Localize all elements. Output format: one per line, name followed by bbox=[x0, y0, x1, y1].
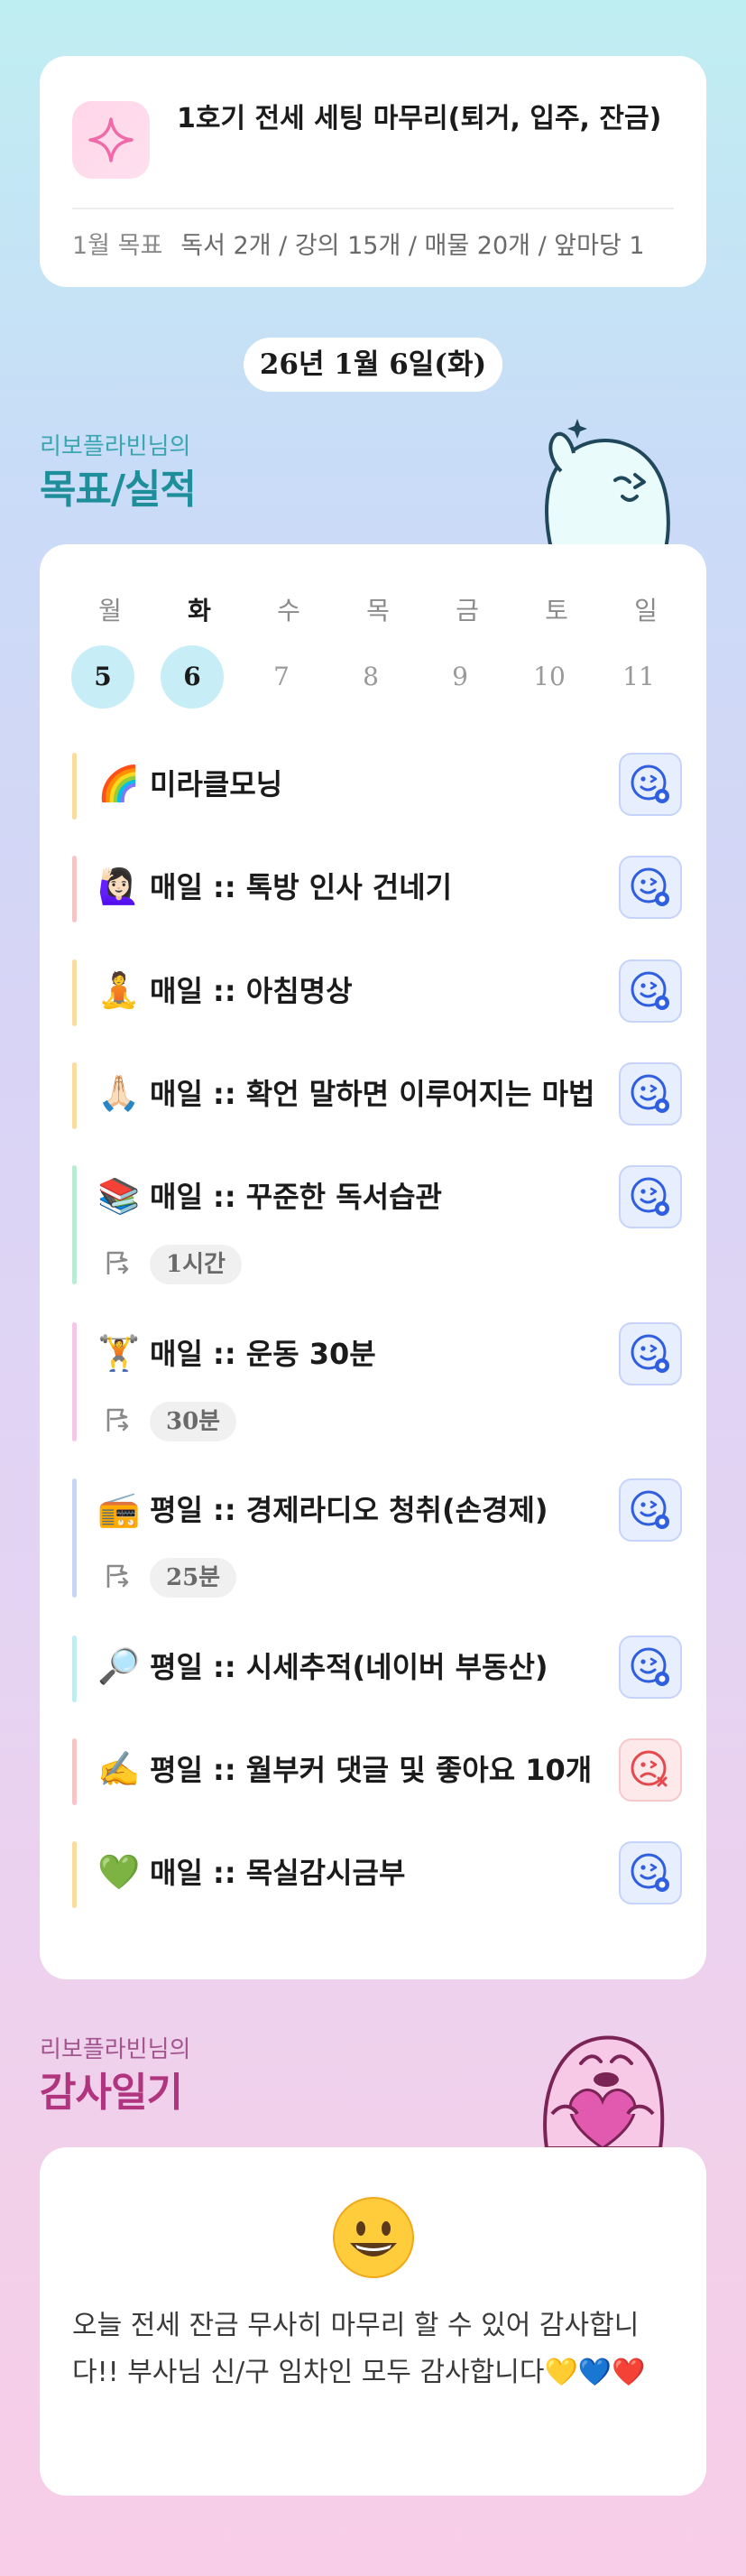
status-done-icon[interactable] bbox=[619, 1322, 682, 1385]
weekday-label: 토 bbox=[545, 596, 568, 625]
status-done-icon[interactable] bbox=[619, 1478, 682, 1542]
goal-item[interactable]: 🏋️ 매일 :: 운동 30분30분 bbox=[72, 1322, 682, 1441]
grinning-face-icon bbox=[333, 2197, 414, 2278]
weekday-row: 월 화 수 목 금 토 일 bbox=[40, 591, 706, 627]
goal-color-bar bbox=[72, 1478, 77, 1598]
goal-emoji-icon: ✍️ bbox=[97, 1749, 141, 1789]
divider bbox=[72, 208, 674, 209]
status-done-icon[interactable] bbox=[619, 1165, 682, 1228]
goal-color-bar bbox=[72, 1322, 77, 1441]
goal-label: 매일 :: 톡방 인사 건네기 bbox=[150, 870, 453, 904]
goal-time-chip: 1시간 bbox=[150, 1245, 242, 1284]
gratitude-card: 오늘 전세 잔금 무사히 마무리 할 수 있어 감사합니다!! 부사님 신/구 … bbox=[40, 2147, 706, 2496]
goal-emoji-icon: 🏋️ bbox=[97, 1333, 141, 1373]
goal-emoji-icon: 🙏🏻 bbox=[97, 1073, 141, 1113]
goal-color-bar bbox=[72, 1062, 77, 1129]
status-done-icon[interactable] bbox=[619, 959, 682, 1023]
goal-label: 평일 :: 시세추적(네이버 부동산) bbox=[150, 1650, 548, 1684]
goal-color-bar bbox=[72, 1635, 77, 1702]
goal-time-row: 30분 bbox=[103, 1402, 237, 1441]
goal-emoji-icon: 🧘 bbox=[97, 970, 141, 1010]
goal-color-bar bbox=[72, 856, 77, 922]
status-done-icon[interactable] bbox=[619, 1841, 682, 1904]
goals-section-title: 목표/실적 bbox=[40, 467, 197, 513]
weekday-label: 월 bbox=[98, 596, 122, 625]
month-label: 1월 목표 bbox=[72, 232, 163, 260]
goal-item[interactable]: 🔎 평일 :: 시세추적(네이버 부동산) bbox=[72, 1635, 682, 1702]
weekday-label: 일 bbox=[634, 596, 658, 625]
goal-label: 매일 :: 목실감시금부 bbox=[150, 1856, 406, 1890]
goal-emoji-icon: 📚 bbox=[97, 1176, 141, 1216]
goal-item[interactable]: 🧘 매일 :: 아침명상 bbox=[72, 959, 682, 1026]
weekday-label: 금 bbox=[456, 596, 479, 625]
goal-emoji-icon: 🔎 bbox=[97, 1646, 141, 1686]
monthly-goal-summary: 1월 목표 독서 2개 / 강의 15개 / 매물 20개 / 앞마당 1 bbox=[72, 226, 645, 261]
goal-emoji-icon: 🌈 bbox=[97, 764, 141, 803]
status-done-icon[interactable] bbox=[619, 856, 682, 919]
goal-label: 미라클모닝 bbox=[150, 767, 283, 802]
weekday-label: 수 bbox=[277, 596, 300, 625]
goal-time-chip: 30분 bbox=[150, 1402, 237, 1441]
goal-item[interactable]: 🙋🏻‍♀️ 매일 :: 톡방 인사 건네기 bbox=[72, 856, 682, 922]
flag-icon bbox=[103, 1247, 134, 1282]
month-summary: 독서 2개 / 강의 15개 / 매물 20개 / 앞마당 1 bbox=[180, 232, 645, 260]
goal-item[interactable]: ✍️ 평일 :: 월부커 댓글 및 좋아요 10개 bbox=[72, 1738, 682, 1805]
status-done-icon[interactable] bbox=[619, 1635, 682, 1699]
date-chip[interactable]: 11 bbox=[607, 645, 670, 709]
goal-emoji-icon: 💚 bbox=[97, 1852, 141, 1892]
goal-time-row: 1시간 bbox=[103, 1245, 242, 1284]
date-chip[interactable]: 7 bbox=[250, 645, 313, 709]
goal-label: 평일 :: 경제라디오 청취(손경제) bbox=[150, 1493, 548, 1527]
goal-label: 평일 :: 월부커 댓글 및 좋아요 10개 bbox=[150, 1753, 593, 1787]
goal-color-bar bbox=[72, 1738, 77, 1805]
date-chip[interactable]: 9 bbox=[428, 645, 492, 709]
goal-label: 매일 :: 확언 말하면 이루어지는 마법 bbox=[150, 1077, 595, 1111]
goal-emoji-icon: 🙋🏻‍♀️ bbox=[97, 866, 141, 906]
mascot-cheer-icon bbox=[545, 419, 670, 552]
status-done-icon[interactable] bbox=[619, 753, 682, 816]
goal-color-bar bbox=[72, 1841, 77, 1908]
goal-title: 1호기 전세 세팅 마무리(퇴거, 입주, 잔금) bbox=[177, 103, 662, 134]
date-chip[interactable]: 8 bbox=[339, 645, 402, 709]
sparkle-icon bbox=[72, 101, 150, 179]
monthly-goal-card[interactable]: 1호기 전세 세팅 마무리(퇴거, 입주, 잔금) 1월 목표 독서 2개 / 강… bbox=[40, 56, 706, 287]
goal-time-chip: 25분 bbox=[150, 1558, 237, 1598]
daily-goals-card: 월 화 수 목 금 토 일 5 6 7 8 9 10 11 🌈 미라클모닝 🙋🏻‍♀… bbox=[40, 544, 706, 1979]
goal-label: 매일 :: 꾸준한 독서습관 bbox=[150, 1180, 442, 1214]
goal-color-bar bbox=[72, 1165, 77, 1284]
goal-label: 매일 :: 아침명상 bbox=[150, 974, 353, 1008]
mascot-heart-icon bbox=[543, 2035, 665, 2148]
goal-item[interactable]: 💚 매일 :: 목실감시금부 bbox=[72, 1841, 682, 1908]
goal-label: 매일 :: 운동 30분 bbox=[150, 1337, 376, 1371]
weekday-label: 화 bbox=[188, 596, 211, 625]
goal-item[interactable]: 🌈 미라클모닝 bbox=[72, 753, 682, 820]
date-chip[interactable]: 10 bbox=[518, 645, 581, 709]
flag-icon bbox=[103, 1404, 134, 1439]
goal-emoji-icon: 📻 bbox=[97, 1489, 141, 1529]
gratitude-text: 오늘 전세 잔금 무사히 마무리 할 수 있어 감사합니다!! 부사님 신/구 … bbox=[72, 2310, 646, 2388]
goal-time-row: 25분 bbox=[103, 1558, 237, 1598]
date-chip-selected[interactable]: 6 bbox=[161, 645, 224, 709]
weekday-label: 목 bbox=[366, 596, 390, 625]
gratitude-section-title: 감사일기 bbox=[40, 2070, 183, 2116]
flag-icon bbox=[103, 1561, 134, 1595]
goal-item[interactable]: 📚 매일 :: 꾸준한 독서습관1시간 bbox=[72, 1165, 682, 1284]
goal-color-bar bbox=[72, 753, 77, 820]
goal-item[interactable]: 📻 평일 :: 경제라디오 청취(손경제)25분 bbox=[72, 1478, 682, 1598]
goal-color-bar bbox=[72, 959, 77, 1026]
status-fail-icon[interactable] bbox=[619, 1738, 682, 1802]
date-label[interactable]: 26년 1월 6일(화) bbox=[244, 338, 502, 392]
goal-item[interactable]: 🙏🏻 매일 :: 확언 말하면 이루어지는 마법 bbox=[72, 1062, 682, 1129]
status-done-icon[interactable] bbox=[619, 1062, 682, 1126]
date-chip[interactable]: 5 bbox=[71, 645, 134, 709]
